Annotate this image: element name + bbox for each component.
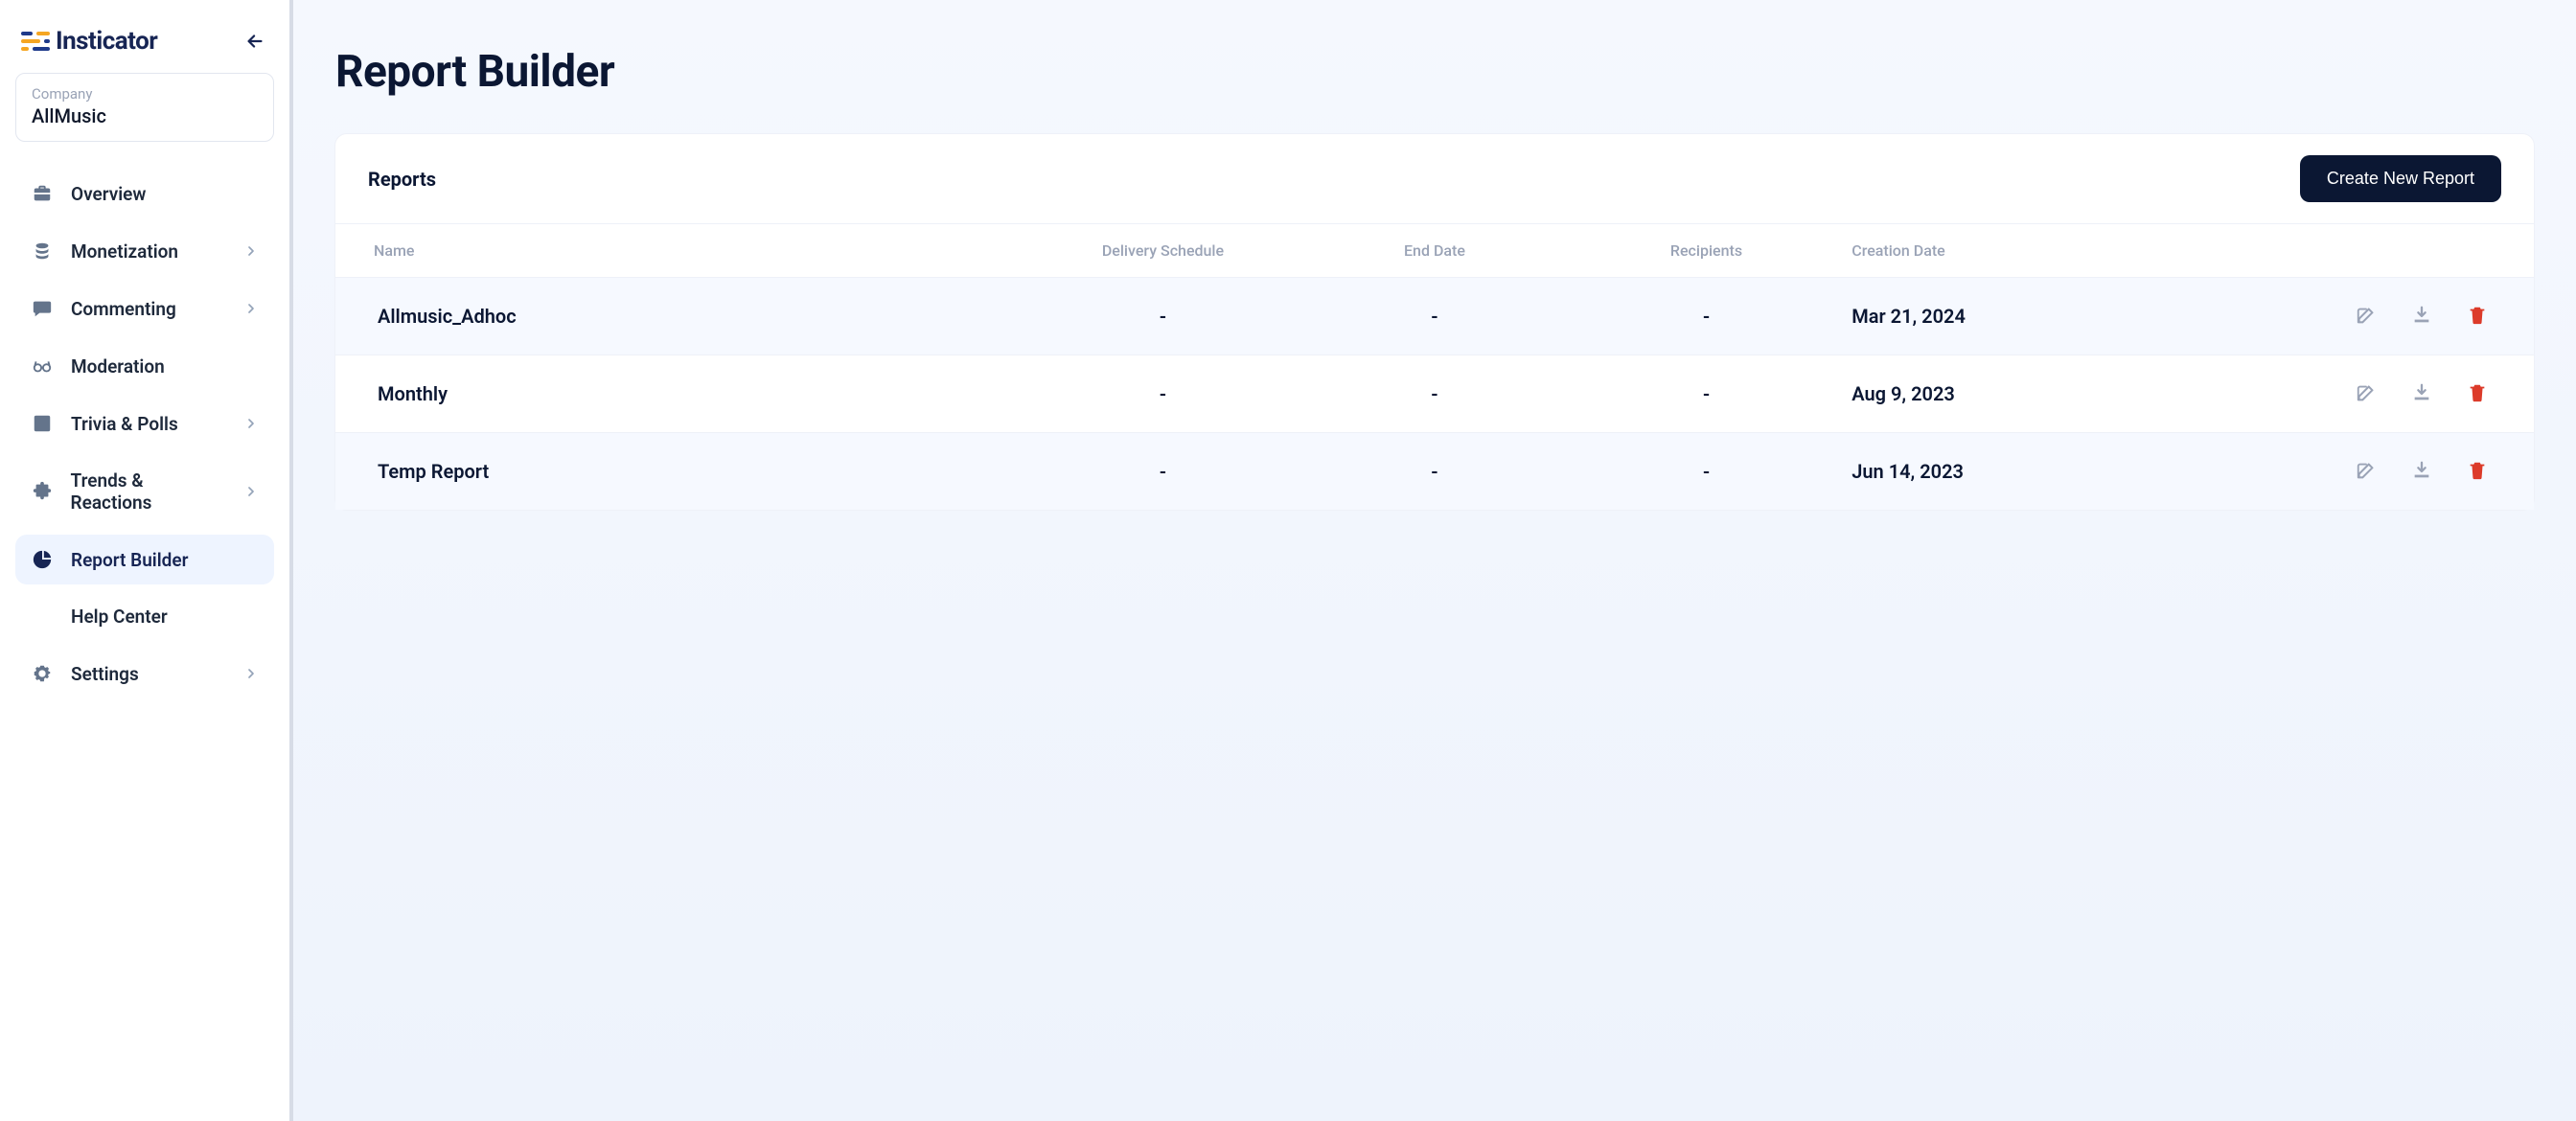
sidebar: Insticator Company AllMusic Overview Mone… bbox=[0, 0, 293, 1121]
cell-recipients: - bbox=[1571, 355, 1843, 433]
reports-card: Reports Create New Report Name Delivery … bbox=[335, 134, 2534, 510]
download-icon bbox=[2411, 305, 2432, 326]
column-header-recipients[interactable]: Recipients bbox=[1571, 224, 1843, 278]
table-row[interactable]: Allmusic_Adhoc---Mar 21, 2024 bbox=[335, 278, 2534, 355]
company-selector-value: AllMusic bbox=[32, 104, 258, 127]
briefcase-icon bbox=[31, 182, 54, 205]
cell-recipients: - bbox=[1571, 433, 1843, 511]
cell-creation-date: Jun 14, 2023 bbox=[1842, 433, 2188, 511]
coins-icon bbox=[31, 240, 54, 263]
chevron-right-icon bbox=[243, 243, 259, 259]
reports-table: Name Delivery Schedule End Date Recipien… bbox=[335, 223, 2534, 510]
logo-mark-icon bbox=[21, 30, 50, 53]
sidebar-nav: Overview Monetization Commenting Moderation… bbox=[15, 169, 274, 698]
download-button[interactable] bbox=[2411, 305, 2434, 328]
cell-name: Allmusic_Adhoc bbox=[335, 278, 1027, 355]
edit-icon bbox=[2356, 382, 2377, 403]
nav-item-label: Trends & Reactions bbox=[71, 469, 226, 514]
cell-end-date: - bbox=[1299, 355, 1571, 433]
puzzle-icon bbox=[31, 480, 54, 503]
nav-item-commenting[interactable]: Commenting bbox=[15, 284, 274, 333]
column-header-schedule[interactable]: Delivery Schedule bbox=[1027, 224, 1300, 278]
page-title: Report Builder bbox=[335, 46, 2534, 98]
column-header-name[interactable]: Name bbox=[335, 224, 1027, 278]
chevron-right-icon bbox=[243, 301, 259, 316]
edit-button[interactable] bbox=[2356, 460, 2379, 483]
nav-item-trends-reactions[interactable]: Trends & Reactions bbox=[15, 456, 274, 527]
logo-text: Insticator bbox=[56, 27, 157, 56]
cell-schedule: - bbox=[1027, 433, 1300, 511]
column-header-creation-date[interactable]: Creation Date bbox=[1842, 224, 2188, 278]
nav-item-label: Moderation bbox=[71, 355, 165, 377]
pie-icon bbox=[31, 548, 54, 571]
reports-card-header: Reports Create New Report bbox=[335, 134, 2534, 223]
nav-item-label: Help Center bbox=[71, 606, 168, 628]
sidebar-header: Insticator bbox=[15, 21, 274, 73]
arrow-left-icon bbox=[244, 31, 265, 52]
delete-icon bbox=[2467, 305, 2488, 326]
cell-name: Monthly bbox=[335, 355, 1027, 433]
logo[interactable]: Insticator bbox=[21, 27, 157, 56]
reports-table-header-row: Name Delivery Schedule End Date Recipien… bbox=[335, 224, 2534, 278]
main-content: Report Builder Reports Create New Report… bbox=[293, 0, 2576, 1121]
column-header-actions bbox=[2188, 224, 2534, 278]
nav-item-overview[interactable]: Overview bbox=[15, 169, 274, 218]
cell-recipients: - bbox=[1571, 278, 1843, 355]
nav-item-label: Overview bbox=[71, 183, 146, 205]
company-selector[interactable]: Company AllMusic bbox=[15, 73, 274, 142]
cell-end-date: - bbox=[1299, 278, 1571, 355]
nav-item-label: Report Builder bbox=[71, 549, 188, 571]
delete-button[interactable] bbox=[2467, 305, 2490, 328]
create-new-report-button[interactable]: Create New Report bbox=[2300, 155, 2501, 202]
cell-actions bbox=[2188, 433, 2534, 511]
cell-creation-date: Aug 9, 2023 bbox=[1842, 355, 2188, 433]
nav-item-label: Monetization bbox=[71, 240, 178, 263]
company-selector-label: Company bbox=[32, 85, 258, 103]
table-row[interactable]: Temp Report---Jun 14, 2023 bbox=[335, 433, 2534, 511]
nav-item-label: Settings bbox=[71, 663, 139, 685]
cell-schedule: - bbox=[1027, 355, 1300, 433]
download-button[interactable] bbox=[2411, 460, 2434, 483]
edit-icon bbox=[2356, 305, 2377, 326]
edit-button[interactable] bbox=[2356, 305, 2379, 328]
delete-button[interactable] bbox=[2467, 460, 2490, 483]
download-icon bbox=[2411, 460, 2432, 481]
nav-item-moderation[interactable]: Moderation bbox=[15, 341, 274, 391]
cell-actions bbox=[2188, 278, 2534, 355]
glasses-icon bbox=[31, 355, 54, 377]
gear-icon bbox=[31, 662, 54, 685]
cell-creation-date: Mar 21, 2024 bbox=[1842, 278, 2188, 355]
delete-button[interactable] bbox=[2467, 382, 2490, 405]
edit-button[interactable] bbox=[2356, 382, 2379, 405]
delete-icon bbox=[2467, 460, 2488, 481]
nav-item-label: Commenting bbox=[71, 298, 176, 320]
cell-actions bbox=[2188, 355, 2534, 433]
column-header-end-date[interactable]: End Date bbox=[1299, 224, 1571, 278]
chevron-right-icon bbox=[243, 484, 259, 499]
nav-item-report-builder[interactable]: Report Builder bbox=[15, 535, 274, 584]
download-icon bbox=[2411, 382, 2432, 403]
nav-item-monetization[interactable]: Monetization bbox=[15, 226, 274, 276]
delete-icon bbox=[2467, 382, 2488, 403]
nav-item-settings[interactable]: Settings bbox=[15, 649, 274, 698]
nav-item-help-center[interactable]: Help Center bbox=[15, 592, 274, 641]
download-button[interactable] bbox=[2411, 382, 2434, 405]
nav-item-label: Trivia & Polls bbox=[71, 413, 178, 435]
cell-end-date: - bbox=[1299, 433, 1571, 511]
chevron-right-icon bbox=[243, 416, 259, 431]
cell-name: Temp Report bbox=[335, 433, 1027, 511]
chevron-right-icon bbox=[243, 666, 259, 681]
comment-icon bbox=[31, 297, 54, 320]
table-row[interactable]: Monthly---Aug 9, 2023 bbox=[335, 355, 2534, 433]
collapse-sidebar-button[interactable] bbox=[242, 28, 268, 55]
reports-card-title: Reports bbox=[368, 168, 436, 191]
nav-item-trivia-polls[interactable]: Trivia & Polls bbox=[15, 399, 274, 448]
edit-icon bbox=[2356, 460, 2377, 481]
note-icon bbox=[31, 412, 54, 435]
cell-schedule: - bbox=[1027, 278, 1300, 355]
